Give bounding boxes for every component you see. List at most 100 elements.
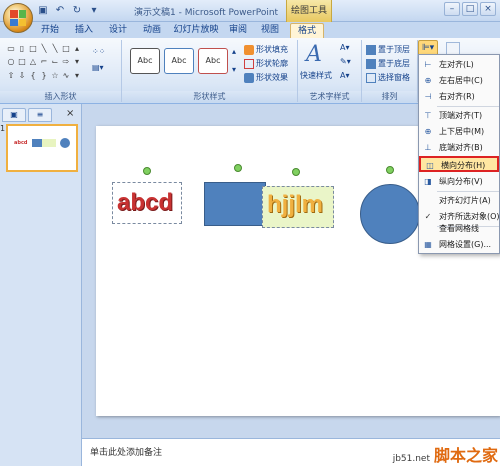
undo-icon[interactable]: ↶ [53,4,67,18]
slide-number: 1 [0,124,6,133]
group-label-insert-shapes: 插入形状 [0,91,121,102]
rotate-handle-icon[interactable] [292,168,300,176]
ribbon-tabs: 开始 插入 设计 动画 幻灯片放映 审阅 视图 格式 [0,22,500,38]
group-label-art-styles: 艺术字样式 [298,91,361,102]
maximize-button[interactable]: □ [462,2,478,16]
line-shape-icon[interactable]: ╲ [39,44,49,54]
line-shape-icon[interactable]: ⌐ [39,57,49,67]
context-tab-title: 绘图工具 [286,0,332,22]
redo-icon[interactable]: ↻ [70,4,84,18]
quick-styles-icon[interactable]: A [306,42,322,67]
menu-item-align-right[interactable]: ⊣ 右对齐(R) [419,89,499,105]
group-label-shape-styles: 形状样式 [122,91,297,102]
menu-item-align-left[interactable]: ⊢ 左对齐(L) [419,57,499,73]
paint-bucket-icon [244,44,254,55]
tab-home[interactable]: 开始 [36,23,64,38]
shape-circle[interactable] [360,184,420,244]
style-box-2[interactable]: Abc [164,48,194,74]
hjjlm-text: hjjlm [267,191,324,218]
arrow-shape-icon[interactable]: ⇧ [6,71,16,81]
tab-insert[interactable]: 插入 [70,23,98,38]
tab-design[interactable]: 设计 [104,23,132,38]
menu-separator [437,106,499,107]
scroll-up-icon[interactable]: ▴ [72,44,82,54]
text-outline-icon[interactable]: ✎▾ [340,56,351,68]
brace-shape-icon[interactable]: { [28,71,38,81]
text-effects-icon[interactable]: A▾ [340,70,350,82]
slides-tab[interactable]: ▣ [2,108,26,122]
textbox-vertical-shape-icon[interactable]: ▯ [17,44,27,54]
window-title: 演示文稿1 - Microsoft PowerPoint [134,8,279,18]
tab-view[interactable]: 视图 [256,23,284,38]
textbox-icon[interactable]: ▤▾ [92,62,104,74]
rotate-handle-icon[interactable] [234,164,242,172]
bring-to-front-button[interactable]: 置于顶层 [366,44,410,56]
triangle-shape-icon[interactable]: △ [28,57,38,67]
tab-review[interactable]: 审阅 [224,23,252,38]
shape-abcd[interactable]: abcd [112,167,182,224]
shapes-gallery[interactable]: ▭ ▯ □ ╲ ╲ □ ▴ ○ □ △ ⌐ ⌙ ⇨ ▾ ⇧ ⇩ { } ☆ ∿ … [6,44,86,82]
line-shape-icon[interactable]: ╲ [50,44,60,54]
rect-shape-icon[interactable]: □ [61,44,71,54]
outline-tab[interactable]: ≡ [28,108,52,122]
quick-access-toolbar: ▣ ↶ ↻ ▾ [36,4,101,18]
send-to-back-button[interactable]: 置于底层 [366,58,410,70]
menu-item-align-bottom[interactable]: ⊥ 底端对齐(B) [419,140,499,156]
rotate-handle-icon[interactable] [386,166,394,174]
office-button[interactable] [3,3,33,33]
office-logo-icon [10,10,26,26]
save-icon[interactable]: ▣ [36,4,50,18]
arrow-shape-icon[interactable]: ⇩ [17,71,27,81]
curve-shape-icon[interactable]: ∿ [61,71,71,81]
edit-shape-icon[interactable]: ⁘⁘ [92,46,105,58]
panel-tabs: ▣ ≡ × [2,108,78,122]
menu-item-distribute-horizontally[interactable]: ◫ 横向分布(H) [419,156,499,172]
notes-placeholder: 单击此处添加备注 [90,448,163,458]
align-middle-icon: ⊕ [424,127,432,136]
tab-animation[interactable]: 动画 [138,23,166,38]
gallery-more-icon[interactable]: ▾ [232,64,236,76]
selection-pane-button[interactable]: 选择窗格 [366,72,410,84]
style-box-3[interactable]: Abc [198,48,228,74]
shape-rectangle[interactable] [204,182,266,226]
menu-item-view-gridlines[interactable]: 查看网格线 [419,221,499,237]
gallery-scroll-icon[interactable]: ▴ [232,46,236,58]
menu-item-grid-settings[interactable]: ▦ 网格设置(G)... [419,237,499,253]
text-fill-icon[interactable]: A▾ [340,42,350,54]
align-top-icon: ⊤ [424,111,432,120]
customize-qat-icon[interactable]: ▾ [87,4,101,18]
align-center-icon: ⊕ [424,76,432,85]
rect-shape-icon[interactable]: □ [28,44,38,54]
close-panel-icon[interactable]: × [66,108,74,119]
textbox-shape-icon[interactable]: ▭ [6,44,16,54]
line-shape-icon[interactable]: ⌙ [50,57,60,67]
shape-fill-button[interactable]: 形状填充 [244,44,288,56]
arrow-shape-icon[interactable]: ⇨ [61,57,71,67]
star-shape-icon[interactable]: ☆ [50,71,60,81]
tab-slideshow[interactable]: 幻灯片放映 [172,23,220,38]
menu-item-distribute-vertically[interactable]: ◨ 纵向分布(V) [419,174,499,190]
shape-outline-button[interactable]: 形状轮廓 [244,58,288,70]
scroll-down-icon[interactable]: ▾ [72,57,82,67]
shape-hjjlm[interactable]: hjjlm [262,186,334,228]
menu-item-align-middle[interactable]: ⊕ 上下居中(M) [419,124,499,140]
thumb-circle-icon [60,138,70,148]
group-label-arrange: 排列 [362,91,417,102]
close-button[interactable]: × [480,2,496,16]
more-shapes-icon[interactable]: ▾ [72,71,82,81]
menu-item-align-center[interactable]: ⊕ 左右居中(C) [419,73,499,89]
menu-item-align-to-slide[interactable]: 对齐幻灯片(A) [419,193,499,209]
tab-format[interactable]: 格式 [290,23,324,38]
rotate-handle-icon[interactable] [143,167,151,175]
rect-shape-icon[interactable]: □ [17,57,27,67]
slide-thumbnail[interactable]: abcd [6,124,78,172]
quick-styles-label[interactable]: 快速样式 [300,70,332,82]
shape-effects-icon [244,72,254,83]
style-box-1[interactable]: Abc [130,48,160,74]
shape-effects-button[interactable]: 形状效果 [244,72,288,84]
minimize-button[interactable]: – [444,2,460,16]
oval-shape-icon[interactable]: ○ [6,57,16,67]
brace-shape-icon[interactable]: } [39,71,49,81]
group-shape-styles: Abc Abc Abc ▴ ▾ 形状填充 形状轮廓 形状效果 形状样式 [122,40,298,102]
menu-item-align-top[interactable]: ⊤ 顶端对齐(T) [419,108,499,124]
